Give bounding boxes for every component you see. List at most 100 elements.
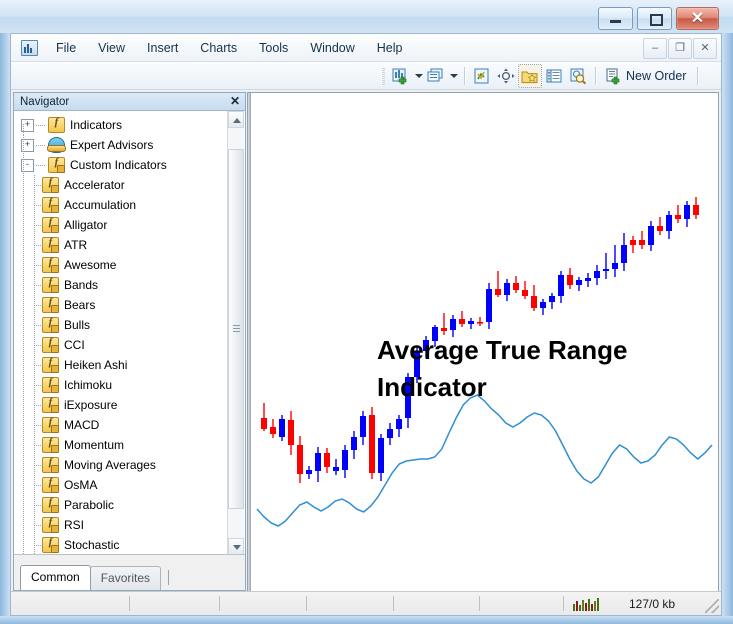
window-maximize-button[interactable] — [637, 7, 672, 30]
toolbar-separator — [697, 67, 698, 85]
tree-item-bulls[interactable]: Bulls — [14, 315, 245, 335]
tab-favorites[interactable]: Favorites — [90, 566, 161, 590]
window-frame-left — [0, 0, 10, 624]
tree-item-iexposure[interactable]: iExposure — [14, 395, 245, 415]
tree-item-label: Bands — [64, 278, 98, 292]
tree-item-label: MACD — [64, 418, 99, 432]
new-chart-dropdown-arrow[interactable] — [413, 65, 424, 87]
scroll-up-arrow-icon[interactable] — [228, 111, 244, 128]
scrollbar-thumb[interactable] — [228, 149, 244, 509]
mdi-minimize-button[interactable]: – — [643, 38, 667, 59]
tree-item-expert-advisors[interactable]: +Expert Advisors — [14, 135, 245, 155]
tree-item-label: RSI — [64, 518, 84, 532]
status-separator — [563, 596, 564, 611]
tree-item-indicators[interactable]: +Indicators — [14, 115, 245, 135]
mdi-restore-icon: ❐ — [669, 39, 691, 58]
tree-connector — [36, 125, 45, 126]
navigator-scrollbar[interactable] — [227, 111, 244, 555]
tree-item-cci[interactable]: CCI — [14, 335, 245, 355]
custom-indicator-icon — [42, 317, 59, 333]
window-frame-bottom — [0, 616, 733, 624]
custom-indicator-icon — [42, 277, 59, 293]
crosshair-icon — [497, 68, 515, 85]
navigator-close-icon[interactable]: ✕ — [230, 94, 240, 108]
profiles-dropdown-arrow[interactable] — [448, 65, 459, 87]
custom-indicator-icon — [42, 397, 59, 413]
zoom-button[interactable] — [566, 64, 590, 88]
chart-window[interactable]: Average True Range Indicator — [247, 92, 719, 613]
profiles-icon — [427, 68, 445, 85]
tree-item-alligator[interactable]: Alligator — [14, 215, 245, 235]
window-minimize-button[interactable] — [598, 7, 633, 30]
mdi-restore-button[interactable]: ❐ — [668, 38, 692, 59]
tree-item-parabolic[interactable]: Parabolic — [14, 495, 245, 515]
menu-view[interactable]: View — [87, 37, 136, 59]
tree-item-label: Parabolic — [64, 498, 114, 512]
custom-indicator-icon — [42, 297, 59, 313]
custom-indicator-icon — [42, 337, 59, 353]
toolbar-grip[interactable] — [381, 68, 385, 85]
mdi-minimize-icon: – — [644, 39, 666, 58]
indicators-icon — [473, 68, 491, 85]
tree-item-osma[interactable]: OsMA — [14, 475, 245, 495]
menu-insert[interactable]: Insert — [136, 37, 189, 59]
custom-indicator-icon — [42, 457, 59, 473]
tree-item-label: Ichimoku — [64, 378, 112, 392]
tree-item-label: CCI — [64, 338, 85, 352]
tab-caret — [168, 570, 169, 585]
tree-item-atr[interactable]: ATR — [14, 235, 245, 255]
tree-item-momentum[interactable]: Momentum — [14, 435, 245, 455]
chart-caption-text: Average True Range Indicator — [377, 332, 697, 406]
tree-item-custom-indicators[interactable]: -Custom Indicators — [14, 155, 245, 175]
custom-indicator-icon — [42, 377, 59, 393]
new-chart-button[interactable] — [389, 64, 413, 88]
window-frame-right — [722, 0, 733, 624]
window-close-button[interactable]: ✕ — [676, 7, 719, 30]
minimize-icon — [610, 20, 621, 23]
toolbar-group-charts: New Order — [377, 62, 703, 90]
data-window-button[interactable] — [542, 64, 566, 88]
navigator-tabs: Common Favorites — [14, 554, 245, 590]
tree-item-moving-averages[interactable]: Moving Averages — [14, 455, 245, 475]
new-order-icon — [605, 68, 622, 85]
tree-connector — [36, 165, 45, 166]
mdi-child-window-buttons: – ❐ ✕ — [643, 38, 717, 59]
maximize-icon — [650, 14, 663, 26]
tree-item-accelerator[interactable]: Accelerator — [14, 175, 245, 195]
tree-item-stochastic[interactable]: Stochastic — [14, 535, 245, 555]
scroll-down-arrow-icon[interactable] — [228, 538, 244, 555]
tree-item-rsi[interactable]: RSI — [14, 515, 245, 535]
menu-file[interactable]: File — [45, 37, 87, 59]
custom-indicator-icon — [42, 357, 59, 373]
menu-help[interactable]: Help — [366, 37, 414, 59]
status-bar: 127/0 kb — [11, 591, 721, 615]
tree-item-accumulation[interactable]: Accumulation — [14, 195, 245, 215]
resize-grip-icon[interactable] — [705, 599, 719, 613]
profiles-button[interactable] — [424, 64, 448, 88]
tree-item-label: Expert Advisors — [70, 138, 153, 152]
navigator-title: Navigator — [20, 96, 69, 108]
tree-item-label: Alligator — [64, 218, 107, 232]
menu-window[interactable]: Window — [299, 37, 365, 59]
custom-indicator-icon — [42, 197, 59, 213]
tree-connector — [36, 145, 45, 146]
crosshair-button[interactable] — [494, 64, 518, 88]
tab-common[interactable]: Common — [20, 565, 91, 590]
menu-tools[interactable]: Tools — [248, 37, 299, 59]
menu-charts[interactable]: Charts — [189, 37, 248, 59]
toolbar-separator — [595, 67, 596, 85]
tree-item-bands[interactable]: Bands — [14, 275, 245, 295]
tree-item-macd[interactable]: MACD — [14, 415, 245, 435]
tree-item-bears[interactable]: Bears — [14, 295, 245, 315]
mdi-close-button[interactable]: ✕ — [693, 38, 717, 59]
tree-item-ichimoku[interactable]: Ichimoku — [14, 375, 245, 395]
tree-item-label: Indicators — [70, 118, 122, 132]
templates-button[interactable] — [518, 64, 542, 88]
new-order-button[interactable]: New Order — [601, 65, 692, 88]
tree-item-label: Heiken Ashi — [64, 358, 127, 372]
status-traffic-label: 127/0 kb — [629, 597, 675, 611]
tree-item-awesome[interactable]: Awesome — [14, 255, 245, 275]
indicators-button[interactable] — [470, 64, 494, 88]
tree-item-heiken-ashi[interactable]: Heiken Ashi — [14, 355, 245, 375]
tree-item-label: iExposure — [64, 398, 117, 412]
